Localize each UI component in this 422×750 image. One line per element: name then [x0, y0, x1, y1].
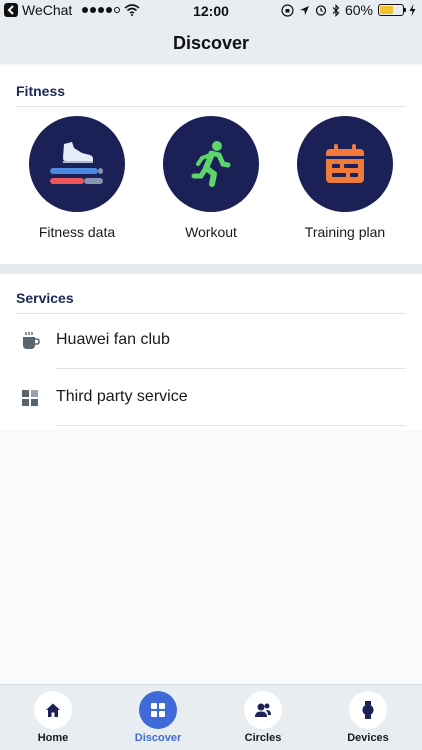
home-icon	[46, 703, 60, 717]
battery-fill	[380, 6, 394, 14]
service-label: Huawei fan club	[56, 331, 170, 348]
service-item-third-party[interactable]: Third party service	[0, 370, 422, 426]
tab-circles-icon-bg	[244, 691, 282, 729]
training-plan-tile[interactable]: Training plan	[285, 116, 405, 240]
tab-discover[interactable]: Discover	[123, 691, 193, 744]
orientation-lock-icon	[281, 3, 294, 17]
workout-tile[interactable]: Workout	[151, 116, 271, 240]
tab-label: Devices	[347, 732, 389, 744]
people-icon	[255, 703, 271, 717]
tab-label: Discover	[134, 732, 182, 744]
training-plan-label: Training plan	[304, 224, 386, 240]
tab-home-icon-bg	[34, 691, 72, 729]
fitness-data-tile[interactable]: Fitness data	[17, 116, 137, 240]
tab-devices[interactable]: Devices	[333, 691, 403, 744]
grid-icon	[22, 390, 38, 406]
tab-discover-icon-bg	[139, 691, 177, 729]
alarm-icon	[315, 5, 327, 16]
running-person-icon	[191, 141, 231, 187]
status-right: 60%	[281, 2, 416, 18]
tab-devices-icon-bg	[349, 691, 387, 729]
coffee-cup-icon	[23, 332, 40, 349]
tab-circles[interactable]: Circles	[228, 691, 298, 744]
fitness-data-label: Fitness data	[38, 224, 116, 240]
tab-home[interactable]: Home	[18, 691, 88, 744]
tab-label: Circles	[244, 732, 282, 744]
workout-label: Workout	[185, 224, 237, 240]
battery-icon	[378, 4, 406, 16]
page-title: Discover	[172, 33, 250, 53]
calendar-icon	[326, 144, 364, 183]
fitness-data-circle	[29, 116, 125, 212]
fitness-section-title: Fitness	[16, 83, 66, 99]
watch-icon	[362, 701, 374, 719]
service-divider	[56, 425, 406, 426]
tab-label: Home	[37, 732, 69, 744]
service-label: Third party service	[56, 388, 188, 405]
services-section: Services Huawei fan club Third party ser…	[0, 274, 422, 430]
services-section-title: Services	[16, 290, 74, 306]
service-item-huawei-fan-club[interactable]: Huawei fan club	[0, 313, 422, 369]
training-plan-circle	[297, 116, 393, 212]
navigation-bar: Discover	[0, 22, 422, 64]
status-bar: WeChat 12:00 60%	[0, 0, 422, 22]
battery-percent: 60%	[344, 2, 373, 18]
grid-icon	[151, 703, 165, 717]
charging-icon	[409, 4, 416, 16]
service-divider	[56, 368, 406, 369]
section-gap	[0, 264, 422, 274]
fitness-divider	[16, 106, 406, 107]
shoe-icon	[50, 142, 103, 184]
bluetooth-icon	[332, 3, 340, 17]
fitness-section: Fitness Fitness data Workout Training pl…	[0, 66, 422, 264]
location-icon	[299, 5, 309, 15]
tab-bar: Home Discover Circles Devices	[0, 684, 422, 750]
workout-circle	[163, 116, 259, 212]
